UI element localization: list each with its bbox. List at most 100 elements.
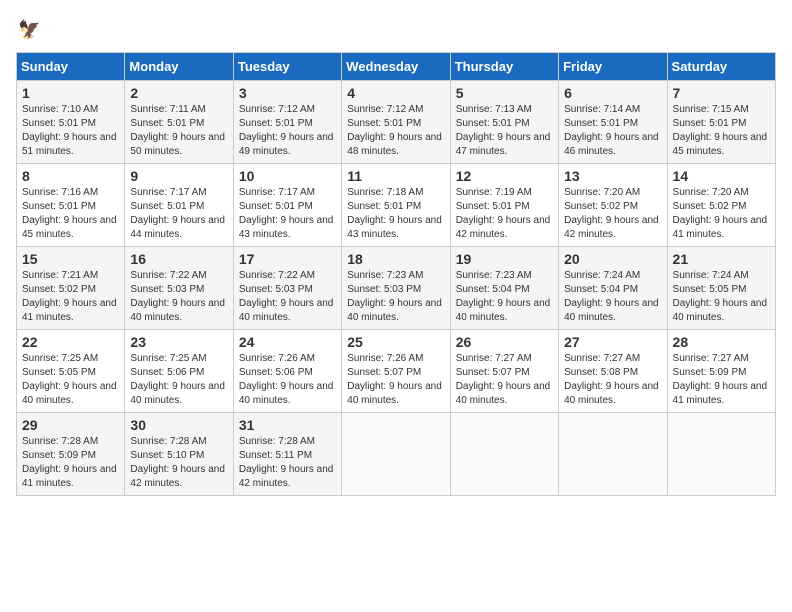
sunrise-label: Sunrise: 7:15 AM [673,104,749,115]
daylight-label: Daylight: 9 hours and 40 minutes. [673,298,768,323]
daylight-label: Daylight: 9 hours and 50 minutes. [130,132,225,157]
sunset-label: Sunset: 5:06 PM [239,367,313,378]
daylight-label: Daylight: 9 hours and 45 minutes. [673,132,768,157]
day-number: 5 [456,85,553,101]
day-info: Sunrise: 7:10 AM Sunset: 5:01 PM Dayligh… [22,103,119,159]
sunrise-label: Sunrise: 7:12 AM [347,104,423,115]
sunrise-label: Sunrise: 7:22 AM [130,270,206,281]
calendar-cell: 15 Sunrise: 7:21 AM Sunset: 5:02 PM Dayl… [17,247,125,330]
sunset-label: Sunset: 5:01 PM [673,118,747,129]
sunset-label: Sunset: 5:11 PM [239,450,312,461]
sunrise-label: Sunrise: 7:24 AM [673,270,749,281]
sunset-label: Sunset: 5:10 PM [130,450,204,461]
daylight-label: Daylight: 9 hours and 40 minutes. [130,298,225,323]
calendar-cell [559,413,667,496]
day-info: Sunrise: 7:27 AM Sunset: 5:07 PM Dayligh… [456,352,553,408]
daylight-label: Daylight: 9 hours and 40 minutes. [564,298,659,323]
sunset-label: Sunset: 5:03 PM [239,284,313,295]
daylight-label: Daylight: 9 hours and 45 minutes. [22,215,117,240]
sunset-label: Sunset: 5:04 PM [456,284,530,295]
day-number: 10 [239,168,336,184]
day-number: 1 [22,85,119,101]
calendar-cell: 10 Sunrise: 7:17 AM Sunset: 5:01 PM Dayl… [233,164,341,247]
day-info: Sunrise: 7:26 AM Sunset: 5:06 PM Dayligh… [239,352,336,408]
day-number: 4 [347,85,444,101]
day-number: 21 [673,251,770,267]
sunset-label: Sunset: 5:04 PM [564,284,638,295]
daylight-label: Daylight: 9 hours and 47 minutes. [456,132,551,157]
daylight-label: Daylight: 9 hours and 44 minutes. [130,215,225,240]
day-info: Sunrise: 7:28 AM Sunset: 5:09 PM Dayligh… [22,435,119,491]
day-info: Sunrise: 7:14 AM Sunset: 5:01 PM Dayligh… [564,103,661,159]
sunset-label: Sunset: 5:03 PM [347,284,421,295]
daylight-label: Daylight: 9 hours and 40 minutes. [347,298,442,323]
sunrise-label: Sunrise: 7:27 AM [564,353,640,364]
daylight-label: Daylight: 9 hours and 40 minutes. [239,298,334,323]
sunrise-label: Sunrise: 7:26 AM [347,353,423,364]
weekday-header-tuesday: Tuesday [233,53,341,81]
sunrise-label: Sunrise: 7:28 AM [130,436,206,447]
weekday-header-wednesday: Wednesday [342,53,450,81]
daylight-label: Daylight: 9 hours and 41 minutes. [22,464,117,489]
sunrise-label: Sunrise: 7:16 AM [22,187,98,198]
day-number: 16 [130,251,227,267]
daylight-label: Daylight: 9 hours and 42 minutes. [456,215,551,240]
sunrise-label: Sunrise: 7:25 AM [22,353,98,364]
calendar-cell: 24 Sunrise: 7:26 AM Sunset: 5:06 PM Dayl… [233,330,341,413]
day-info: Sunrise: 7:27 AM Sunset: 5:08 PM Dayligh… [564,352,661,408]
daylight-label: Daylight: 9 hours and 40 minutes. [239,381,334,406]
day-number: 23 [130,334,227,350]
calendar-cell: 12 Sunrise: 7:19 AM Sunset: 5:01 PM Dayl… [450,164,558,247]
day-info: Sunrise: 7:11 AM Sunset: 5:01 PM Dayligh… [130,103,227,159]
day-number: 12 [456,168,553,184]
sunset-label: Sunset: 5:01 PM [564,118,638,129]
calendar-cell: 21 Sunrise: 7:24 AM Sunset: 5:05 PM Dayl… [667,247,775,330]
sunset-label: Sunset: 5:06 PM [130,367,204,378]
day-number: 24 [239,334,336,350]
calendar-week-row: 8 Sunrise: 7:16 AM Sunset: 5:01 PM Dayli… [17,164,776,247]
calendar-cell [450,413,558,496]
sunrise-label: Sunrise: 7:28 AM [239,436,315,447]
logo: 🦅 [16,16,46,44]
calendar-cell: 14 Sunrise: 7:20 AM Sunset: 5:02 PM Dayl… [667,164,775,247]
logo-icon: 🦅 [18,16,46,44]
calendar-header: SundayMondayTuesdayWednesdayThursdayFrid… [17,53,776,81]
calendar-week-row: 22 Sunrise: 7:25 AM Sunset: 5:05 PM Dayl… [17,330,776,413]
day-info: Sunrise: 7:20 AM Sunset: 5:02 PM Dayligh… [673,186,770,242]
day-number: 18 [347,251,444,267]
weekday-header-saturday: Saturday [667,53,775,81]
header: 🦅 [16,16,776,44]
calendar-week-row: 15 Sunrise: 7:21 AM Sunset: 5:02 PM Dayl… [17,247,776,330]
calendar-cell: 8 Sunrise: 7:16 AM Sunset: 5:01 PM Dayli… [17,164,125,247]
day-number: 30 [130,417,227,433]
day-info: Sunrise: 7:16 AM Sunset: 5:01 PM Dayligh… [22,186,119,242]
daylight-label: Daylight: 9 hours and 40 minutes. [456,381,551,406]
day-number: 11 [347,168,444,184]
sunset-label: Sunset: 5:01 PM [456,118,530,129]
day-info: Sunrise: 7:25 AM Sunset: 5:05 PM Dayligh… [22,352,119,408]
calendar-cell: 20 Sunrise: 7:24 AM Sunset: 5:04 PM Dayl… [559,247,667,330]
weekday-header-row: SundayMondayTuesdayWednesdayThursdayFrid… [17,53,776,81]
calendar-table: SundayMondayTuesdayWednesdayThursdayFrid… [16,52,776,496]
daylight-label: Daylight: 9 hours and 40 minutes. [130,381,225,406]
daylight-label: Daylight: 9 hours and 42 minutes. [239,464,334,489]
sunset-label: Sunset: 5:01 PM [130,118,204,129]
daylight-label: Daylight: 9 hours and 40 minutes. [456,298,551,323]
sunrise-label: Sunrise: 7:13 AM [456,104,532,115]
day-info: Sunrise: 7:23 AM Sunset: 5:03 PM Dayligh… [347,269,444,325]
day-number: 25 [347,334,444,350]
day-number: 22 [22,334,119,350]
calendar-cell: 2 Sunrise: 7:11 AM Sunset: 5:01 PM Dayli… [125,81,233,164]
calendar-cell: 16 Sunrise: 7:22 AM Sunset: 5:03 PM Dayl… [125,247,233,330]
calendar-cell: 4 Sunrise: 7:12 AM Sunset: 5:01 PM Dayli… [342,81,450,164]
daylight-label: Daylight: 9 hours and 42 minutes. [564,215,659,240]
sunset-label: Sunset: 5:01 PM [22,201,96,212]
day-number: 31 [239,417,336,433]
sunrise-label: Sunrise: 7:18 AM [347,187,423,198]
day-info: Sunrise: 7:19 AM Sunset: 5:01 PM Dayligh… [456,186,553,242]
day-number: 17 [239,251,336,267]
calendar-cell: 1 Sunrise: 7:10 AM Sunset: 5:01 PM Dayli… [17,81,125,164]
daylight-label: Daylight: 9 hours and 40 minutes. [347,381,442,406]
day-number: 6 [564,85,661,101]
day-number: 3 [239,85,336,101]
